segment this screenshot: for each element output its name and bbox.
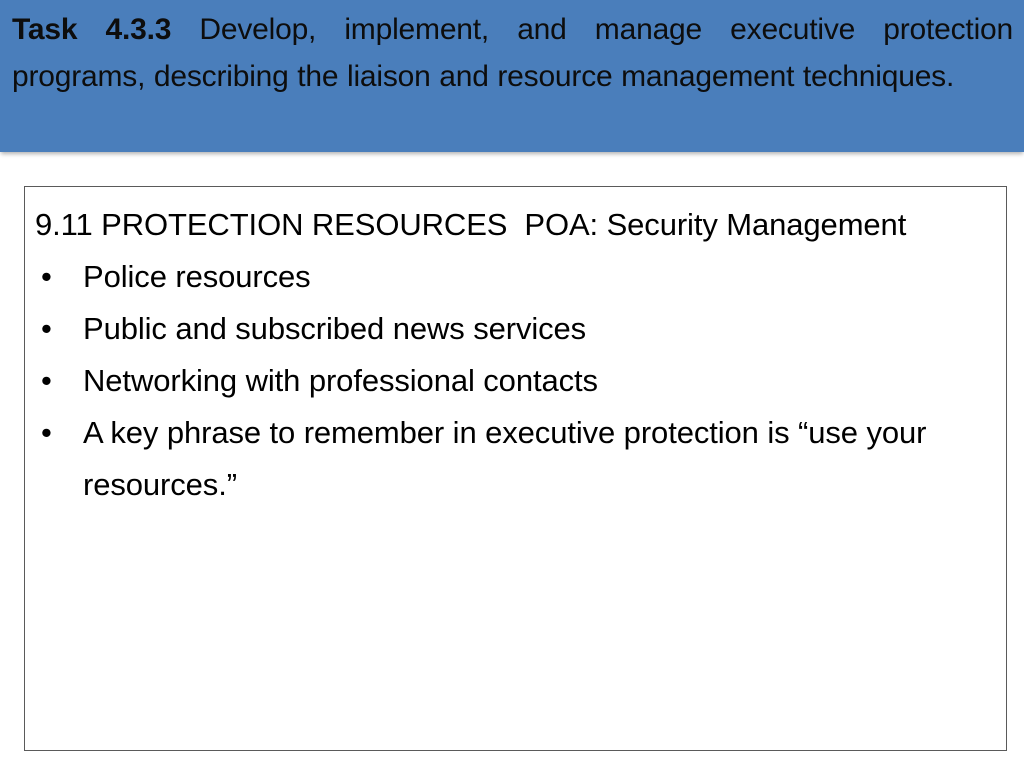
list-item: • A key phrase to remember in executive … <box>35 407 996 511</box>
content-heading: 9.11 PROTECTION RESOURCES POA: Security … <box>35 207 907 242</box>
bullet-point-icon: • <box>41 415 52 450</box>
task-header-banner: Task 4.3.3 Develop, implement, and manag… <box>0 0 1024 152</box>
list-item-label: Police resources <box>83 259 311 294</box>
list-item-label: A key phrase to remember in executive pr… <box>83 415 927 502</box>
bullet-point-icon: • <box>41 259 52 294</box>
bullet-point-icon: • <box>41 363 52 398</box>
list-item: • Police resources <box>35 251 996 303</box>
slide-content-box: 9.11 PROTECTION RESOURCES POA: Security … <box>24 186 1007 751</box>
task-header-text: Task 4.3.3 Develop, implement, and manag… <box>12 6 1013 100</box>
task-number-label: Task 4.3.3 <box>12 13 172 46</box>
bullet-point-icon: • <box>41 311 52 346</box>
list-item-label: Networking with professional contacts <box>83 363 598 398</box>
list-item: • Networking with professional contacts <box>35 355 996 407</box>
protection-resources-list: • Police resources • Public and subscrib… <box>35 251 996 511</box>
list-item: • Public and subscribed news services <box>35 303 996 355</box>
list-item-label: Public and subscribed news services <box>83 311 587 346</box>
